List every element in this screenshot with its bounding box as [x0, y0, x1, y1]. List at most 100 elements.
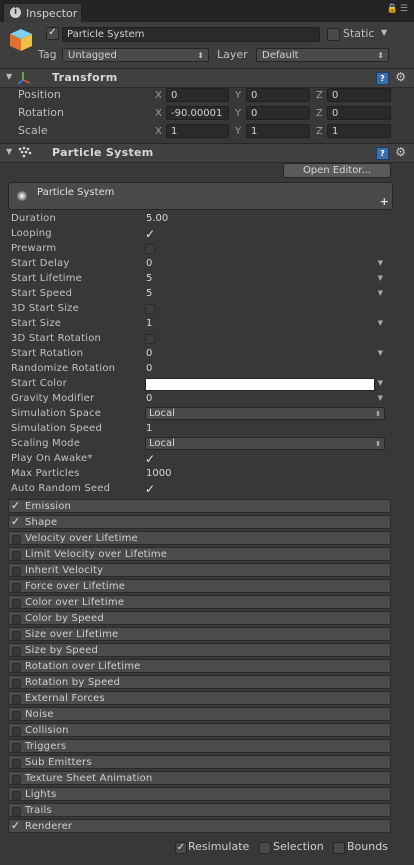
bounds-checkbox[interactable]	[333, 842, 345, 854]
module-lights[interactable]: Lights	[8, 787, 391, 801]
module-enabled-checkbox[interactable]: ✓	[11, 500, 21, 512]
module-enabled-checkbox[interactable]	[12, 791, 21, 800]
module-trails[interactable]: Trails	[8, 803, 391, 817]
static-dropdown-arrow-icon[interactable]: ▼	[381, 28, 387, 37]
rotation-z-field[interactable]: 0	[327, 106, 391, 120]
simulation-space-dropdown[interactable]: Local ⬍	[145, 407, 385, 420]
curve-mode-dropdown-icon[interactable]: ▼	[378, 289, 383, 297]
tag-dropdown[interactable]: Untagged ⬍	[62, 48, 209, 62]
module-rotation-by-speed[interactable]: Rotation by Speed	[8, 675, 391, 689]
start-lifetime-field[interactable]: 5	[146, 273, 152, 284]
window-menu-icons[interactable]: 🔒☰	[387, 4, 410, 14]
start-delay-field[interactable]: 0	[146, 258, 152, 269]
module-color-over-lifetime[interactable]: Color over Lifetime	[8, 595, 391, 609]
start-color-swatch[interactable]	[145, 378, 375, 391]
module-enabled-checkbox[interactable]	[12, 615, 21, 624]
curve-mode-dropdown-icon[interactable]: ▼	[378, 394, 383, 402]
gear-icon[interactable]: ⚙	[395, 145, 406, 159]
module-size-by-speed[interactable]: Size by Speed	[8, 643, 391, 657]
module-color-by-speed[interactable]: Color by Speed	[8, 611, 391, 625]
add-icon[interactable]: +	[380, 195, 389, 208]
module-enabled-checkbox[interactable]: ✓	[11, 820, 21, 832]
help-icon[interactable]: ?	[376, 147, 389, 160]
help-icon[interactable]: ?	[376, 72, 389, 85]
rotation-x-field[interactable]: -90.00001	[166, 106, 229, 120]
module-enabled-checkbox[interactable]	[12, 583, 21, 592]
module-enabled-checkbox[interactable]: ✓	[11, 516, 21, 528]
module-sub-emitters[interactable]: Sub Emitters	[8, 755, 391, 769]
transform-header[interactable]: ▼ Transform ? ⚙	[0, 68, 414, 88]
curve-mode-dropdown-icon[interactable]: ▼	[378, 274, 383, 282]
curve-mode-dropdown-icon[interactable]: ▼	[378, 259, 383, 267]
3d-start-rotation-checkbox[interactable]	[145, 334, 155, 344]
module-limit-velocity-over-lifetime[interactable]: Limit Velocity over Lifetime	[8, 547, 391, 561]
curve-mode-dropdown-icon[interactable]: ▼	[378, 349, 383, 357]
static-checkbox[interactable]	[327, 28, 340, 41]
module-enabled-checkbox[interactable]	[12, 535, 21, 544]
max-particles-field[interactable]: 1000	[146, 468, 171, 479]
active-checkbox[interactable]: ✓	[46, 27, 59, 40]
simulation-speed-field[interactable]: 1	[146, 423, 152, 434]
module-velocity-over-lifetime[interactable]: Velocity over Lifetime	[8, 531, 391, 545]
module-collision[interactable]: Collision	[8, 723, 391, 737]
selection-checkbox[interactable]	[259, 842, 271, 854]
module-enabled-checkbox[interactable]	[12, 759, 21, 768]
scaling-mode-dropdown[interactable]: Local ⬍	[145, 437, 385, 450]
foldout-arrow-icon[interactable]: ▼	[6, 147, 12, 156]
module-enabled-checkbox[interactable]	[12, 775, 21, 784]
rotation-y-field[interactable]: 0	[246, 106, 310, 120]
start-size-field[interactable]: 1	[146, 318, 152, 329]
module-enabled-checkbox[interactable]	[12, 663, 21, 672]
scale-y-field[interactable]: 1	[246, 124, 310, 138]
position-z-field[interactable]: 0	[327, 88, 391, 102]
lock-icon[interactable]: 🔒	[387, 4, 400, 14]
module-enabled-checkbox[interactable]	[12, 567, 21, 576]
module-noise[interactable]: Noise	[8, 707, 391, 721]
resimulate-checkbox[interactable]: ✓	[175, 842, 187, 854]
object-name-field[interactable]: Particle System	[62, 27, 320, 42]
module-enabled-checkbox[interactable]	[12, 743, 21, 752]
position-y-field[interactable]: 0	[246, 88, 310, 102]
module-inherit-velocity[interactable]: Inherit Velocity	[8, 563, 391, 577]
module-shape[interactable]: ✓ Shape	[8, 515, 391, 529]
module-enabled-checkbox[interactable]	[12, 679, 21, 688]
particle-system-header[interactable]: ▼ Particle System ? ⚙	[0, 143, 414, 163]
module-enabled-checkbox[interactable]	[12, 727, 21, 736]
auto-random-seed-checkbox[interactable]: ✓	[145, 482, 155, 496]
scale-x-field[interactable]: 1	[166, 124, 229, 138]
module-rotation-over-lifetime[interactable]: Rotation over Lifetime	[8, 659, 391, 673]
tab-inspector[interactable]: i Inspector	[3, 3, 82, 23]
module-enabled-checkbox[interactable]	[12, 695, 21, 704]
foldout-arrow-icon[interactable]: ▼	[6, 72, 12, 81]
scale-z-field[interactable]: 1	[327, 124, 391, 138]
module-triggers[interactable]: Triggers	[8, 739, 391, 753]
prewarm-checkbox[interactable]	[145, 244, 155, 254]
module-enabled-checkbox[interactable]	[12, 711, 21, 720]
start-speed-field[interactable]: 5	[146, 288, 152, 299]
module-texture-sheet-animation[interactable]: Texture Sheet Animation	[8, 771, 391, 785]
module-renderer[interactable]: ✓ Renderer	[8, 819, 391, 833]
3d-start-size-checkbox[interactable]	[145, 304, 155, 314]
open-editor-button[interactable]: Open Editor...	[283, 163, 391, 178]
module-enabled-checkbox[interactable]	[12, 599, 21, 608]
curve-mode-dropdown-icon[interactable]: ▼	[378, 379, 383, 387]
gear-icon[interactable]: ⚙	[395, 70, 406, 84]
curve-mode-dropdown-icon[interactable]: ▼	[378, 319, 383, 327]
module-enabled-checkbox[interactable]	[12, 551, 21, 560]
particle-system-main-module[interactable]: Particle System +	[8, 182, 393, 210]
module-emission[interactable]: ✓ Emission	[8, 499, 391, 513]
layer-dropdown[interactable]: Default ⬍	[256, 48, 389, 62]
module-force-over-lifetime[interactable]: Force over Lifetime	[8, 579, 391, 593]
module-enabled-checkbox[interactable]	[12, 807, 21, 816]
duration-field[interactable]: 5.00	[146, 213, 168, 224]
module-size-over-lifetime[interactable]: Size over Lifetime	[8, 627, 391, 641]
randomize-rotation-field[interactable]: 0	[146, 363, 152, 374]
module-enabled-checkbox[interactable]	[12, 647, 21, 656]
looping-checkbox[interactable]: ✓	[145, 227, 155, 241]
play-on-awake-checkbox[interactable]: ✓	[145, 452, 155, 466]
start-rotation-field[interactable]: 0	[146, 348, 152, 359]
module-enabled-checkbox[interactable]	[12, 631, 21, 640]
gravity-modifier-field[interactable]: 0	[146, 393, 152, 404]
menu-icon[interactable]: ☰	[400, 4, 410, 14]
module-external-forces[interactable]: External Forces	[8, 691, 391, 705]
